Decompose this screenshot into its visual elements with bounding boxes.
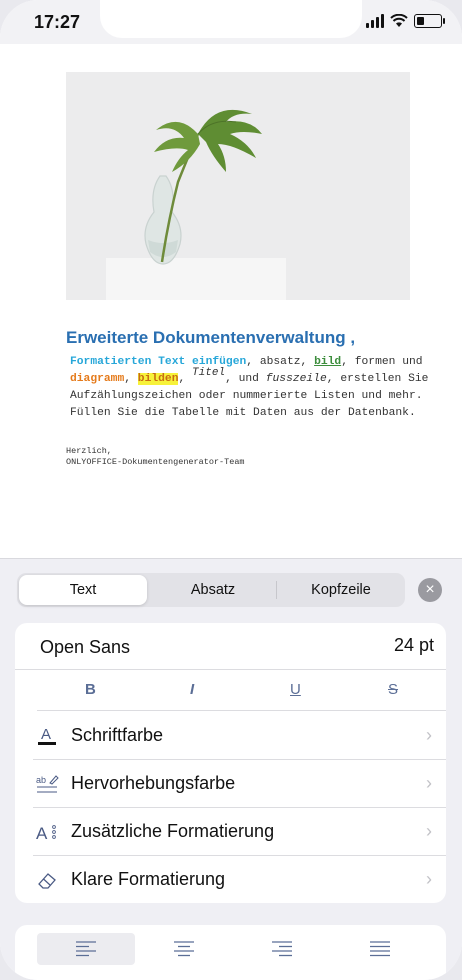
tab-absatz[interactable]: Absatz <box>149 573 277 607</box>
align-left-button[interactable] <box>37 933 135 965</box>
wifi-icon <box>390 14 408 27</box>
align-center-button[interactable] <box>135 933 233 965</box>
format-tabs: Text Absatz Kopfzeile <box>17 573 405 607</box>
run-line4: Füllen Sie die Tabelle mit Daten aus der… <box>70 407 416 419</box>
align-justify-icon <box>370 941 390 957</box>
chevron-right-icon: › <box>426 821 432 841</box>
menu-item-highlight-label: Hervorhebungsfarbe <box>71 773 236 793</box>
close-button[interactable]: × <box>418 578 442 602</box>
tab-absatz-label: Absatz <box>190 582 236 598</box>
menu-item-font-color-label: Schriftfarbe <box>71 725 164 745</box>
run-erstellen: , erstellen Sie <box>326 373 429 385</box>
notch <box>100 0 362 38</box>
signature-block[interactable]: Herzlich, ONLYOFFICE-Dokumentengenerator… <box>66 446 245 468</box>
svg-text:A: A <box>41 726 51 743</box>
svg-text:ab: ab <box>36 775 46 785</box>
eraser-icon <box>35 868 59 892</box>
align-right-icon <box>272 941 292 957</box>
font-row[interactable]: Open Sans 24 pt <box>15 623 446 670</box>
tab-kopfzeile[interactable]: Kopfzeile <box>277 573 405 607</box>
run-absatz: , absatz, <box>246 356 315 368</box>
run-sep2: , <box>178 373 193 385</box>
document-canvas[interactable]: Erweiterte Dokumentenverwaltung , Format… <box>0 44 462 467</box>
font-color-icon: A <box>35 724 59 748</box>
menu-item-clear-formatting[interactable]: Klare Formatierung › <box>33 855 446 903</box>
title-text: Erweiterte Dokumentenverwaltung <box>66 328 346 347</box>
tab-kopfzeile-label: Kopfzeile <box>311 582 371 598</box>
run-titel: Titel <box>192 367 226 379</box>
svg-text:A: A <box>36 824 48 843</box>
run-bilden: bilden <box>137 373 179 385</box>
status-time: 17:27 <box>34 12 81 32</box>
document-title[interactable]: Erweiterte Dokumentenverwaltung , <box>66 328 355 348</box>
strikethrough-button[interactable]: S <box>388 681 398 698</box>
run-bild: bild <box>314 356 342 368</box>
plant-illustration <box>66 72 410 300</box>
style-buttons-row: B I U S <box>37 670 446 711</box>
menu-item-additional-formatting[interactable]: A Zusätzliche Formatierung › <box>33 807 446 856</box>
status-bar: 17:27 <box>0 0 462 44</box>
font-name: Open Sans <box>40 637 131 657</box>
bold-button[interactable]: B <box>85 681 96 698</box>
menu-item-highlight[interactable]: ab Hervorhebungsfarbe › <box>33 759 446 808</box>
align-justify-button[interactable] <box>331 933 429 965</box>
menu-item-clear-formatting-label: Klare Formatierung <box>71 869 226 889</box>
plant-image[interactable] <box>66 72 410 300</box>
battery-icon <box>414 14 445 28</box>
close-icon: × <box>425 581 435 598</box>
title-comma: , <box>350 328 356 347</box>
chevron-right-icon: › <box>426 725 432 745</box>
align-left-icon <box>76 941 96 957</box>
format-sheet: Text Absatz Kopfzeile × Open Sans 24 pt … <box>0 558 462 980</box>
chevron-right-icon: › <box>426 773 432 793</box>
phone-screen: 17:27 Erweiterte Dokumentenverwaltung , … <box>0 0 462 980</box>
menu-item-font-color[interactable]: A Schriftfarbe › <box>33 711 446 760</box>
run-line3: Aufzählungszeichen oder nummerierte List… <box>70 390 423 402</box>
chevron-right-icon: › <box>426 869 432 889</box>
tab-text-label: Text <box>69 582 97 598</box>
status-icons <box>366 14 445 28</box>
font-size: 24 pt <box>393 635 434 655</box>
menu-item-additional-formatting-label: Zusätzliche Formatierung <box>71 821 275 841</box>
align-center-icon <box>174 941 194 957</box>
document-paragraph[interactable]: Formatierten Text einfügen, absatz, bild… <box>70 354 440 422</box>
font-settings-card: Open Sans 24 pt B I U S A Schriftfarbe ›… <box>15 623 446 903</box>
run-fusszeile: fusszeile <box>265 373 327 385</box>
highlight-icon: ab <box>35 772 59 796</box>
tab-text[interactable]: Text <box>19 575 147 605</box>
underline-button[interactable]: U <box>290 681 301 698</box>
run-sep1: , <box>124 373 138 385</box>
alignment-card <box>15 925 446 980</box>
signature-greeting: Herzlich, <box>66 446 112 456</box>
signal-icon <box>366 14 384 28</box>
run-und: , und <box>225 373 266 385</box>
run-formen: , formen und <box>341 356 423 368</box>
run-diagramm: diagramm <box>70 373 125 385</box>
additional-format-icon: A <box>35 820 59 844</box>
align-right-button[interactable] <box>233 933 331 965</box>
signature-team: ONLYOFFICE-Dokumentengenerator-Team <box>66 457 245 467</box>
italic-button[interactable]: I <box>190 681 194 698</box>
